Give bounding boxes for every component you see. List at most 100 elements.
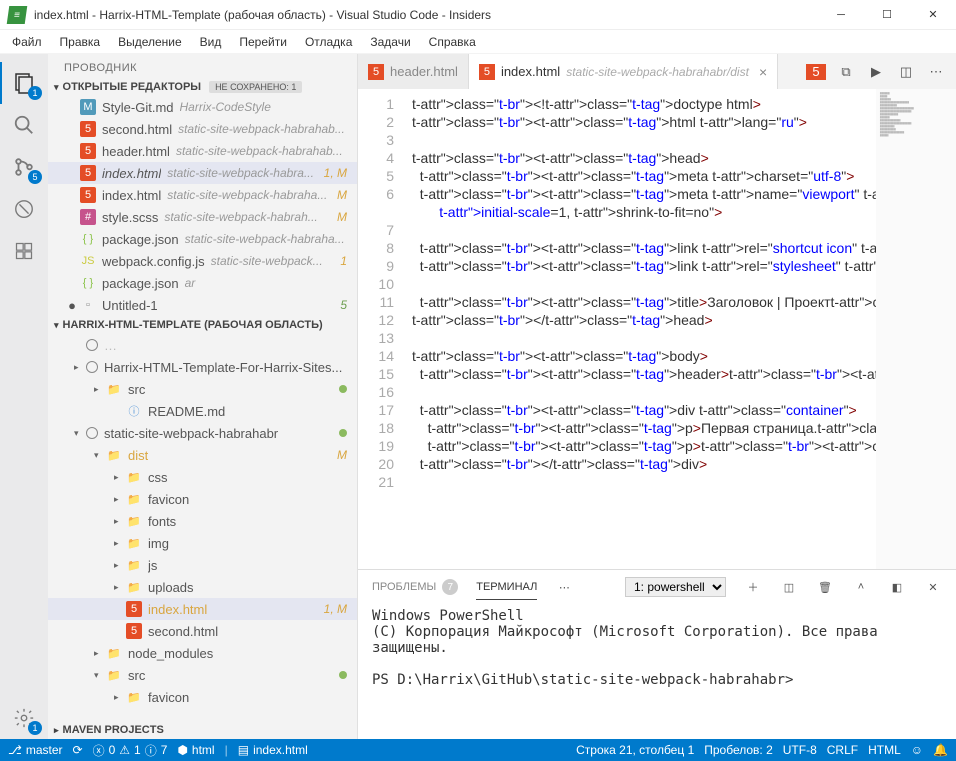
status-eol[interactable]: CRLF xyxy=(827,743,858,757)
scm-badge: 5 xyxy=(28,170,42,184)
tab-close-icon[interactable]: × xyxy=(759,64,767,80)
title-bar: ≡ index.html - Harrix-HTML-Template (раб… xyxy=(0,0,956,30)
minimap[interactable]: ████████ ██████ █████████ ██████████████… xyxy=(876,89,956,569)
editor-area: 5header.html5index.htmlstatic-site-webpa… xyxy=(358,54,956,739)
status-file[interactable]: ▤ index.html xyxy=(238,743,308,757)
chevron-down-icon: ▾ xyxy=(54,320,59,331)
problems-tab[interactable]: ПРОБЛЕМЫ 7 xyxy=(372,579,458,595)
menu-файл[interactable]: Файл xyxy=(4,33,50,51)
debug-icon[interactable] xyxy=(0,188,48,230)
tree-item[interactable]: ▸📁node_modules xyxy=(48,642,357,664)
terminal-content[interactable]: Windows PowerShell (C) Корпорация Майкро… xyxy=(358,604,956,739)
code-editor[interactable]: 123456 789101112131415161718192021 t-att… xyxy=(358,89,956,569)
code-content[interactable]: t-attr">class="t-br"><!t-attr">class="t-… xyxy=(408,89,876,569)
status-sync[interactable]: ⟳ xyxy=(73,743,83,757)
menu-выделение[interactable]: Выделение xyxy=(110,33,190,51)
panel-layout-icon[interactable]: ◧ xyxy=(888,581,906,594)
menu-справка[interactable]: Справка xyxy=(421,33,484,51)
activity-bar: 1 5 1 xyxy=(0,54,48,739)
workspace-header[interactable]: ▾ HARRIX-HTML-TEMPLATE (РАБОЧАЯ ОБЛАСТЬ) xyxy=(48,316,357,334)
status-encoding[interactable]: UTF-8 xyxy=(783,743,817,757)
tree-item[interactable]: ▸📁css xyxy=(48,466,357,488)
problems-count: 7 xyxy=(442,579,458,595)
tree-item[interactable]: ⓘREADME.md xyxy=(48,400,357,422)
tree-item[interactable]: 5index.html1, M xyxy=(48,598,357,620)
open-editor-item[interactable]: JSwebpack.config.jsstatic-site-webpack..… xyxy=(48,250,357,272)
line-gutter: 123456 789101112131415161718192021 xyxy=(358,89,408,569)
open-editor-item[interactable]: 5header.htmlstatic-site-webpack-habrahab… xyxy=(48,140,357,162)
sidebar-title: ПРОВОДНИК xyxy=(48,54,357,78)
open-editor-item[interactable]: ●▫Untitled-15 xyxy=(48,294,357,316)
kill-terminal-icon[interactable]: 🗑 xyxy=(816,581,834,594)
status-bell-icon[interactable]: 🔔 xyxy=(933,743,948,757)
status-problems[interactable]: ⓧ 0 ⚠ 1 ⓘ 7 xyxy=(93,742,168,759)
settings-icon[interactable]: 1 xyxy=(0,697,48,739)
menu-вид[interactable]: Вид xyxy=(192,33,230,51)
open-editor-item[interactable]: MStyle-Git.mdHarrix-CodeStyle xyxy=(48,96,357,118)
chevron-down-icon: ▾ xyxy=(54,82,59,93)
open-editor-item[interactable]: 5index.htmlstatic-site-webpack-habraha..… xyxy=(48,184,357,206)
panel-tabs: ПРОБЛЕМЫ 7 ТЕРМИНАЛ ⋯ 1: powershell ＋ ◫ … xyxy=(358,570,956,604)
tree-item[interactable]: ▸📁src xyxy=(48,378,357,400)
tree-item[interactable]: 5second.html xyxy=(48,620,357,642)
search-icon[interactable] xyxy=(0,104,48,146)
status-lang-icon[interactable]: ⬢ html xyxy=(177,743,214,757)
terminal-selector[interactable]: 1: powershell xyxy=(625,577,726,597)
tab-preview-icon[interactable]: 5 xyxy=(806,64,826,80)
file-tree: …▸Harrix-HTML-Template-For-Harrix-Sites.… xyxy=(48,334,357,721)
open-editors-header[interactable]: ▾ ОТКРЫТЫЕ РЕДАКТОРЫ НЕ СОХРАНЕНО: 1 xyxy=(48,78,357,96)
open-editor-item[interactable]: 5second.htmlstatic-site-webpack-habrahab… xyxy=(48,118,357,140)
menu-правка[interactable]: Правка xyxy=(52,33,109,51)
menu-перейти[interactable]: Перейти xyxy=(231,33,295,51)
panel: ПРОБЛЕМЫ 7 ТЕРМИНАЛ ⋯ 1: powershell ＋ ◫ … xyxy=(358,569,956,739)
panel-close-icon[interactable]: ✕ xyxy=(924,581,942,594)
tree-item[interactable]: ▸📁uploads xyxy=(48,576,357,598)
extensions-icon[interactable] xyxy=(0,230,48,272)
open-editors-list: MStyle-Git.mdHarrix-CodeStyle5second.htm… xyxy=(48,96,357,316)
tab-run-icon[interactable]: ▶ xyxy=(866,64,886,80)
tab-split-icon[interactable]: ◫ xyxy=(896,64,916,80)
terminal-tab[interactable]: ТЕРМИНАЛ xyxy=(476,581,537,600)
maven-header[interactable]: ▸ MAVEN PROJECTS xyxy=(48,721,357,739)
tree-item[interactable]: ▸📁favicon xyxy=(48,686,357,708)
panel-up-icon[interactable]: ˄ xyxy=(852,581,870,593)
status-lang[interactable]: HTML xyxy=(868,743,901,757)
tab-more-icon[interactable]: ⋯ xyxy=(926,64,946,80)
open-editor-item[interactable]: { }package.jsonstatic-site-webpack-habra… xyxy=(48,228,357,250)
split-terminal-icon[interactable]: ◫ xyxy=(780,581,798,594)
status-spaces[interactable]: Пробелов: 2 xyxy=(704,743,773,757)
unsaved-tag: НЕ СОХРАНЕНО: 1 xyxy=(209,81,302,93)
editor-tab[interactable]: 5header.html xyxy=(358,54,469,89)
editor-tab[interactable]: 5index.htmlstatic-site-webpack-habrahabr… xyxy=(469,54,778,89)
status-branch[interactable]: ⎇ master xyxy=(8,743,63,757)
new-terminal-icon[interactable]: ＋ xyxy=(744,579,762,595)
status-cursor[interactable]: Строка 21, столбец 1 xyxy=(576,743,694,757)
tree-item[interactable]: ▾static-site-webpack-habrahabr xyxy=(48,422,357,444)
tree-item[interactable]: ▾📁distM xyxy=(48,444,357,466)
chevron-right-icon: ▸ xyxy=(54,725,59,736)
open-editor-item[interactable]: { }package.jsonar xyxy=(48,272,357,294)
maximize-button[interactable]: ☐ xyxy=(864,0,910,30)
menu-задачи[interactable]: Задачи xyxy=(362,33,418,51)
explorer-badge: 1 xyxy=(28,86,42,100)
status-bar: ⎇ master ⟳ ⓧ 0 ⚠ 1 ⓘ 7 ⬢ html | ▤ index.… xyxy=(0,739,956,761)
settings-badge: 1 xyxy=(28,721,42,735)
tree-item[interactable]: ▸Harrix-HTML-Template-For-Harrix-Sites..… xyxy=(48,356,357,378)
open-editor-item[interactable]: #style.scssstatic-site-webpack-habrah...… xyxy=(48,206,357,228)
status-feedback-icon[interactable]: ☺ xyxy=(911,743,923,757)
menu-bar: ФайлПравкаВыделениеВидПерейтиОтладкаЗада… xyxy=(0,30,956,54)
source-control-icon[interactable]: 5 xyxy=(0,146,48,188)
tree-item[interactable]: ▸📁favicon xyxy=(48,488,357,510)
minimize-button[interactable]: ─ xyxy=(818,0,864,30)
menu-отладка[interactable]: Отладка xyxy=(297,33,360,51)
tree-item[interactable]: ▸📁js xyxy=(48,554,357,576)
tree-item[interactable]: ▸📁img xyxy=(48,532,357,554)
explorer-icon[interactable]: 1 xyxy=(0,62,48,104)
tree-item[interactable]: ▸📁fonts xyxy=(48,510,357,532)
tab-compare-icon[interactable]: ⧉ xyxy=(836,64,856,80)
vscode-icon: ≡ xyxy=(7,6,28,24)
more-icon[interactable]: ⋯ xyxy=(555,581,573,594)
open-editor-item[interactable]: 5index.htmlstatic-site-webpack-habra...1… xyxy=(48,162,357,184)
close-button[interactable]: ✕ xyxy=(910,0,956,30)
tree-item[interactable]: ▾📁src xyxy=(48,664,357,686)
